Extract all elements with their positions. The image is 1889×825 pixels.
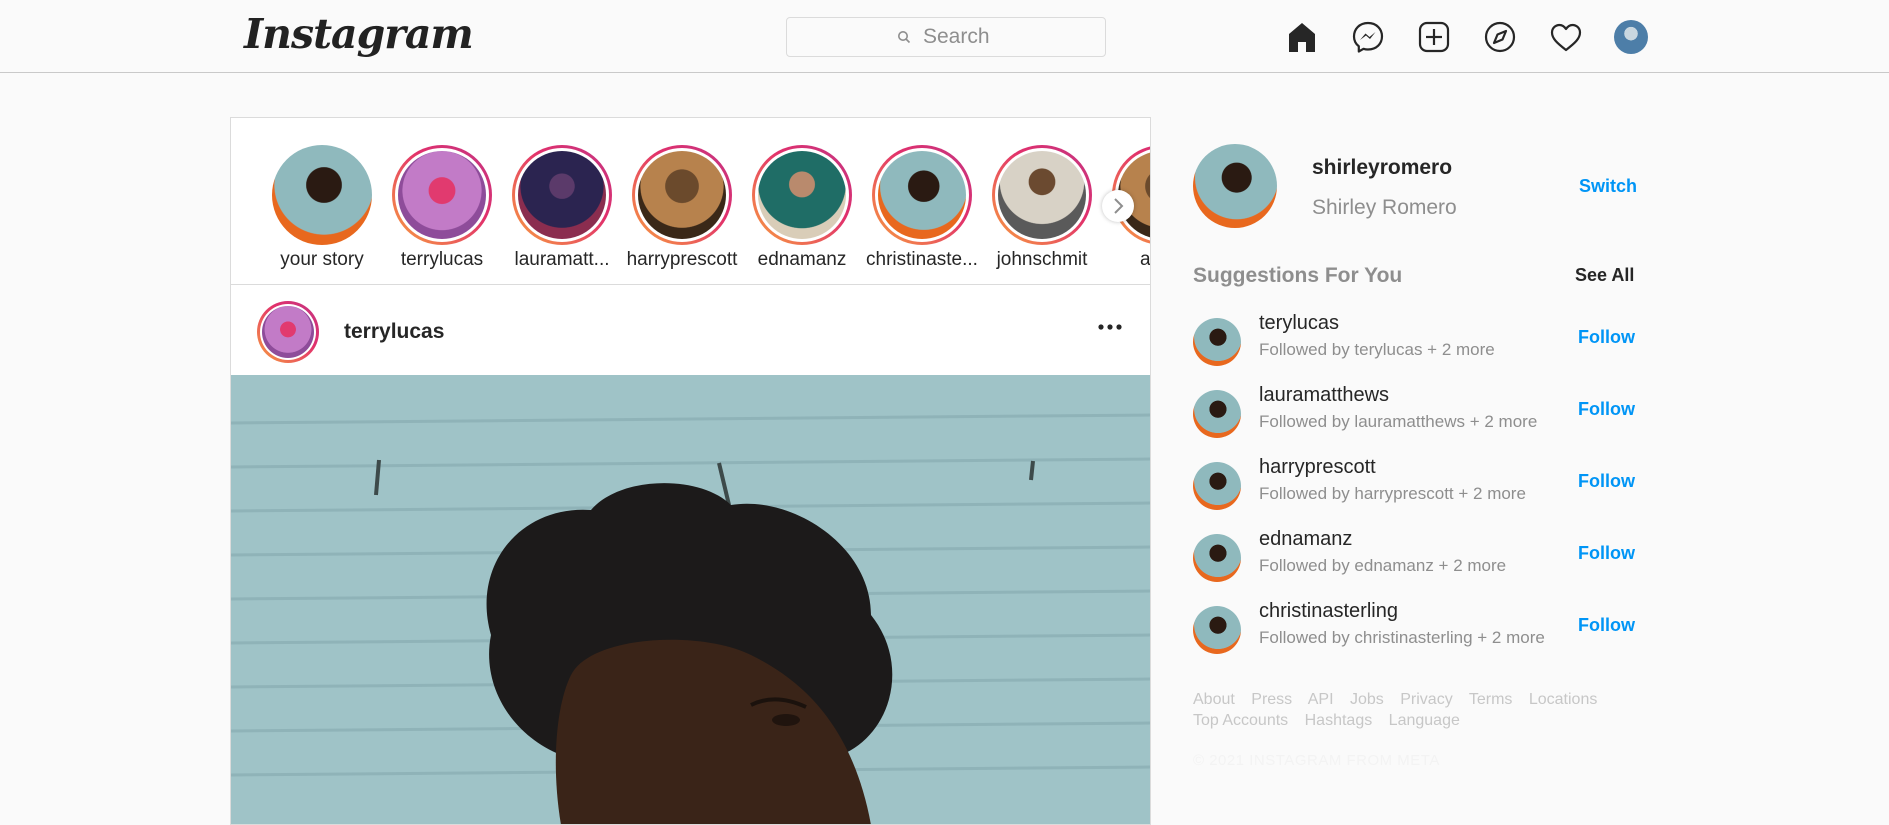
story-avatar xyxy=(518,151,606,239)
story-item[interactable]: terrylucas xyxy=(382,145,502,271)
footer-link-terms[interactable]: Terms xyxy=(1469,691,1513,708)
footer-links: About Press API Jobs Privacy Terms Locat… xyxy=(1193,689,1613,731)
suggestion-followed-by: Followed by christinasterling + 2 more xyxy=(1259,628,1545,647)
more-horizontal-icon xyxy=(1098,324,1122,330)
suggestion-avatar[interactable] xyxy=(1193,390,1241,438)
suggestion-item: ednamanz Followed by ednamanz + 2 more F… xyxy=(1193,526,1635,586)
feed-post: terrylucas xyxy=(230,285,1151,825)
story-username: harryprescott xyxy=(626,249,738,270)
suggestion-username[interactable]: lauramatthews xyxy=(1259,384,1389,407)
post-image[interactable] xyxy=(231,375,1150,824)
story-item[interactable]: lauramatt... xyxy=(502,145,622,271)
suggestion-item: terylucas Followed by terylucas + 2 more… xyxy=(1193,310,1635,370)
suggestion-username[interactable]: ednamanz xyxy=(1259,528,1352,551)
search-input[interactable] xyxy=(921,24,995,50)
post-author-username[interactable]: terrylucas xyxy=(344,320,444,344)
profile-avatar[interactable] xyxy=(1614,20,1648,54)
story-username: johnschmit xyxy=(996,249,1088,270)
post-header: terrylucas xyxy=(231,285,1150,376)
story-avatar xyxy=(998,151,1086,239)
story-username: your story xyxy=(280,249,364,270)
activity-heart-icon[interactable] xyxy=(1547,18,1585,56)
instagram-logo[interactable]: Instagram xyxy=(244,10,474,58)
story-username: lauramatt... xyxy=(514,249,610,270)
current-user-avatar[interactable] xyxy=(1193,144,1277,228)
search-icon xyxy=(898,31,911,44)
suggestion-avatar[interactable] xyxy=(1193,462,1241,510)
new-post-icon[interactable] xyxy=(1415,18,1453,56)
top-navigation-bar: Instagram xyxy=(0,0,1889,73)
switch-account-button[interactable]: Switch xyxy=(1579,176,1637,197)
story-avatar xyxy=(758,151,846,239)
footer-link-privacy[interactable]: Privacy xyxy=(1400,691,1452,708)
footer-link-about[interactable]: About xyxy=(1193,691,1235,708)
suggestion-followed-by: Followed by terylucas + 2 more xyxy=(1259,340,1495,359)
footer-link-hashtags[interactable]: Hashtags xyxy=(1305,712,1373,729)
suggestion-item: christinasterling Followed by christinas… xyxy=(1193,598,1635,658)
suggestion-followed-by: Followed by ednamanz + 2 more xyxy=(1259,556,1507,575)
footer-link-language[interactable]: Language xyxy=(1389,712,1460,729)
story-item[interactable]: johnschmit xyxy=(982,145,1102,271)
stories-next-button[interactable] xyxy=(1102,190,1134,222)
story-item[interactable]: harryprescott xyxy=(622,145,742,271)
suggestions-heading: Suggestions For You xyxy=(1193,264,1403,287)
messenger-icon[interactable] xyxy=(1349,18,1387,56)
suggestion-item: harryprescott Followed by harryprescott … xyxy=(1193,454,1635,514)
story-username: christinaste... xyxy=(866,249,978,270)
home-icon[interactable] xyxy=(1283,18,1321,56)
story-username: amy xyxy=(1140,249,1151,270)
footer-link-jobs[interactable]: Jobs xyxy=(1350,691,1384,708)
follow-button[interactable]: Follow xyxy=(1578,471,1635,492)
footer-link-locations[interactable]: Locations xyxy=(1529,691,1598,708)
post-photo xyxy=(231,375,1150,824)
story-username: terrylucas xyxy=(400,249,484,270)
suggestion-followed-by: Followed by harryprescott + 2 more xyxy=(1259,484,1526,503)
story-item[interactable]: ednamanz xyxy=(742,145,862,271)
copyright-text: © 2021 INSTAGRAM FROM META xyxy=(1193,752,1440,769)
footer-link-api[interactable]: API xyxy=(1308,691,1334,708)
suggestion-followed-by: Followed by lauramatthews + 2 more xyxy=(1259,412,1538,431)
story-item[interactable]: your story xyxy=(262,145,382,271)
explore-icon[interactable] xyxy=(1481,18,1519,56)
story-avatar xyxy=(272,145,372,245)
current-user-fullname: Shirley Romero xyxy=(1312,196,1457,219)
story-avatar xyxy=(638,151,726,239)
chevron-right-icon xyxy=(1114,198,1124,214)
follow-button[interactable]: Follow xyxy=(1578,399,1635,420)
current-username[interactable]: shirleyromero xyxy=(1312,156,1452,180)
suggestion-username[interactable]: harryprescott xyxy=(1259,456,1376,479)
story-username: ednamanz xyxy=(757,249,847,270)
story-avatar xyxy=(398,151,486,239)
stories-tray: your story terrylucas lauramatt... harry… xyxy=(230,117,1151,285)
follow-button[interactable]: Follow xyxy=(1578,327,1635,348)
footer-link-press[interactable]: Press xyxy=(1251,691,1292,708)
more-options-button[interactable] xyxy=(1095,317,1125,337)
see-all-button[interactable]: See All xyxy=(1575,265,1634,286)
suggestion-item: lauramatthews Followed by lauramatthews … xyxy=(1193,382,1635,442)
suggestion-username[interactable]: terylucas xyxy=(1259,312,1339,335)
post-author-avatar[interactable] xyxy=(257,301,319,363)
story-item[interactable]: christinaste... xyxy=(862,145,982,271)
story-avatar xyxy=(878,151,966,239)
search-box[interactable] xyxy=(786,17,1106,57)
suggestion-avatar[interactable] xyxy=(1193,606,1241,654)
footer-link-top-accounts[interactable]: Top Accounts xyxy=(1193,712,1288,729)
follow-button[interactable]: Follow xyxy=(1578,543,1635,564)
follow-button[interactable]: Follow xyxy=(1578,615,1635,636)
suggestion-avatar[interactable] xyxy=(1193,318,1241,366)
suggestion-avatar[interactable] xyxy=(1193,534,1241,582)
suggestion-username[interactable]: christinasterling xyxy=(1259,600,1398,623)
